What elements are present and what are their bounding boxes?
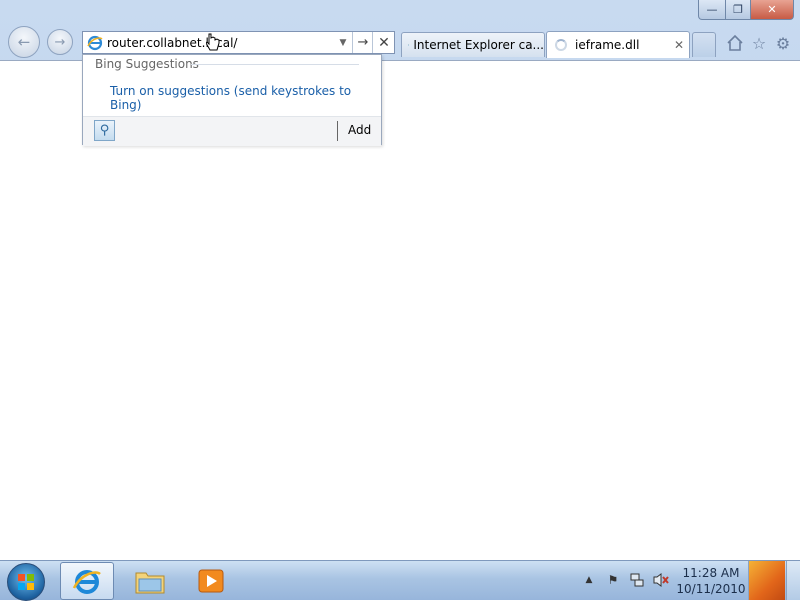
volume-muted-icon[interactable] bbox=[652, 572, 670, 588]
back-arrow-icon: ← bbox=[18, 33, 31, 51]
user-picture-tile[interactable] bbox=[748, 561, 785, 600]
show-desktop-button[interactable] bbox=[786, 561, 800, 600]
clock-date: 10/11/2010 bbox=[676, 581, 746, 597]
address-suggestions-dropdown: Bing Suggestions Turn on suggestions (se… bbox=[82, 54, 382, 145]
media-player-icon bbox=[197, 567, 225, 595]
forward-button[interactable]: → bbox=[47, 29, 73, 55]
system-clock[interactable]: 11:28 AM 10/11/2010 bbox=[676, 565, 746, 597]
turn-on-suggestions-link[interactable]: Turn on suggestions (send keystrokes to … bbox=[110, 84, 381, 112]
add-search-provider-button[interactable]: Add bbox=[348, 123, 371, 137]
tab-label: Internet Explorer ca... bbox=[413, 38, 544, 52]
back-button[interactable]: ← bbox=[8, 26, 40, 58]
close-tab-button[interactable]: ✕ bbox=[674, 38, 684, 52]
favorites-star-icon[interactable]: ☆ bbox=[749, 33, 769, 53]
show-hidden-icons-icon[interactable]: ▲ bbox=[580, 572, 598, 588]
tab-internet-explorer[interactable]: Internet Explorer ca... bbox=[401, 32, 545, 57]
internet-explorer-icon bbox=[72, 566, 102, 596]
forward-arrow-icon: → bbox=[55, 35, 66, 50]
ie-page-icon bbox=[87, 35, 103, 51]
suggestions-header: Bing Suggestions bbox=[95, 57, 199, 71]
windows-logo-icon bbox=[17, 573, 35, 591]
restore-button[interactable]: ❐ bbox=[726, 0, 751, 20]
suggestions-footer: ⚲ Add bbox=[83, 116, 381, 146]
address-bar[interactable]: ▼ → ✕ bbox=[82, 31, 395, 54]
tab-ieframe[interactable]: ieframe.dll ✕ bbox=[546, 31, 690, 58]
network-icon[interactable] bbox=[628, 572, 646, 588]
address-dropdown-button[interactable]: ▼ bbox=[333, 32, 353, 53]
taskbar-media-player[interactable] bbox=[184, 562, 238, 600]
taskbar: ▲ ⚑ 11:28 AM 10/11/2010 bbox=[0, 560, 800, 600]
minimize-button[interactable]: — bbox=[698, 0, 726, 20]
start-button[interactable] bbox=[7, 563, 45, 601]
gear-icon[interactable]: ⚙ bbox=[773, 33, 793, 53]
close-window-button[interactable]: ✕ bbox=[751, 0, 794, 20]
tab-label: ieframe.dll bbox=[575, 38, 639, 52]
caption-buttons: — ❐ ✕ bbox=[698, 0, 794, 20]
home-icon[interactable] bbox=[725, 33, 745, 53]
ie-page-icon bbox=[408, 37, 409, 53]
taskbar-internet-explorer[interactable] bbox=[60, 562, 114, 600]
new-tab-button[interactable] bbox=[692, 32, 716, 57]
taskbar-windows-explorer[interactable] bbox=[123, 562, 177, 600]
loading-spinner-icon bbox=[555, 39, 567, 51]
stop-button[interactable]: ✕ bbox=[372, 32, 395, 53]
go-button[interactable]: → bbox=[352, 32, 373, 53]
clock-time: 11:28 AM bbox=[676, 565, 746, 581]
mouse-cursor-icon bbox=[206, 33, 220, 51]
suggestions-divider bbox=[191, 64, 359, 65]
action-center-flag-icon[interactable]: ⚑ bbox=[604, 572, 622, 588]
folder-icon bbox=[134, 567, 166, 595]
search-icon[interactable]: ⚲ bbox=[94, 120, 115, 141]
footer-divider bbox=[337, 121, 338, 141]
